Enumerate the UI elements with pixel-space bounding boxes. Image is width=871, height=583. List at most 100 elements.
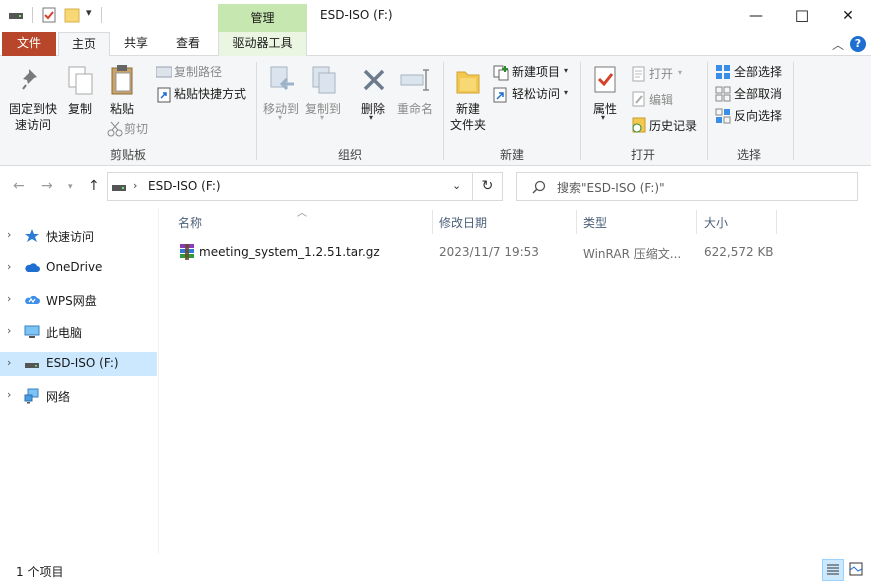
file-name[interactable]: meeting_system_1.2.51.tar.gz	[199, 245, 380, 259]
search-input[interactable]: 搜索"ESD-ISO (F:)"	[516, 172, 858, 201]
nav-item-onedrive[interactable]: › OneDrive	[0, 256, 157, 280]
column-separator[interactable]	[432, 210, 433, 234]
column-header-name[interactable]: 名称	[178, 214, 202, 231]
paste-shortcut-icon	[157, 87, 171, 103]
nav-item-label: OneDrive	[46, 260, 103, 274]
breadcrumb[interactable]: ESD-ISO (F:)	[148, 179, 221, 193]
chevron-down-icon: ▾	[564, 66, 569, 75]
group-separator	[707, 62, 708, 160]
up-arrow-icon[interactable]: ↑	[88, 178, 100, 194]
rename-icon	[400, 69, 429, 91]
minimize-button[interactable]: —	[733, 0, 779, 32]
file-type: WinRAR 压缩文...	[583, 247, 682, 261]
expand-chevron-icon[interactable]: ›	[7, 324, 11, 337]
history-button[interactable]: 历史记录	[649, 118, 697, 134]
column-separator[interactable]	[776, 210, 777, 234]
group-separator	[443, 62, 444, 160]
column-header-type[interactable]: 类型	[583, 214, 607, 231]
expand-chevron-icon[interactable]: ›	[7, 356, 11, 369]
drive-icon	[25, 363, 39, 368]
network-icon	[24, 388, 39, 404]
properties-icon[interactable]	[41, 7, 57, 23]
select-all-icon	[716, 65, 730, 79]
copy-icon	[68, 66, 93, 95]
winrar-archive-icon	[180, 244, 194, 260]
qat-customize-icon[interactable]: ▾	[86, 6, 92, 19]
pane-divider[interactable]	[158, 208, 159, 553]
cut-button[interactable]: 剪切	[124, 121, 148, 137]
nav-item-this-pc[interactable]: › 此电脑	[0, 320, 157, 344]
select-none-button[interactable]: 全部取消	[734, 86, 782, 102]
edit-button[interactable]: 编辑	[649, 92, 673, 108]
invert-selection-icon	[715, 108, 731, 124]
back-arrow-icon[interactable]: ←	[13, 178, 25, 194]
paste-button[interactable]: 粘贴	[106, 101, 138, 117]
rename-button[interactable]: 重命名	[394, 101, 436, 117]
column-separator[interactable]	[576, 210, 577, 234]
nav-item-label: 此电脑	[46, 326, 83, 340]
chevron-down-icon: ▾	[320, 113, 325, 122]
nav-item-label: WPS网盘	[46, 294, 97, 308]
copy-button[interactable]: 复制	[64, 101, 96, 117]
easy-access-button[interactable]: 轻松访问	[512, 86, 560, 102]
open-icon	[632, 66, 645, 82]
tab-drive-tools[interactable]: 驱动器工具	[218, 32, 307, 56]
refresh-button[interactable]: ↻	[473, 172, 503, 201]
forward-arrow-icon[interactable]: →	[41, 178, 53, 194]
tab-file[interactable]: 文件	[2, 32, 56, 56]
invert-selection-button[interactable]: 反向选择	[734, 108, 782, 124]
drive-icon	[112, 185, 126, 191]
select-all-button[interactable]: 全部选择	[734, 64, 782, 80]
pin-to-quick-access-button[interactable]: 固定到快 速访问	[4, 101, 62, 133]
expand-chevron-icon[interactable]: ›	[7, 260, 11, 273]
search-placeholder: 搜索"ESD-ISO (F:)"	[557, 181, 665, 195]
large-icons-view-button[interactable]	[846, 559, 868, 581]
nav-item-network[interactable]: › 网络	[0, 384, 157, 408]
close-button[interactable]: ✕	[825, 0, 871, 32]
help-icon[interactable]: ?	[850, 36, 866, 52]
address-bar[interactable]: › ESD-ISO (F:) ⌄	[107, 172, 473, 201]
expand-chevron-icon[interactable]: ›	[7, 228, 11, 241]
recent-locations-icon[interactable]: ▾	[68, 182, 73, 192]
sort-ascending-icon: ︿	[297, 208, 307, 219]
open-button[interactable]: 打开	[649, 66, 673, 82]
nav-item-wps-cloud[interactable]: › WPS网盘	[0, 288, 157, 312]
new-folder-button[interactable]: 新建 文件夹	[446, 101, 490, 133]
maximize-button[interactable]: ☐	[779, 0, 825, 32]
new-item-button[interactable]: 新建项目	[512, 64, 560, 80]
navigation-pane: › 快速访问 › OneDrive › WPS网盘 › 此电脑 › ESD-IS…	[0, 212, 158, 552]
ribbon-tab-row: 文件 主页 共享 查看 驱动器工具 ︿ ?	[0, 32, 871, 57]
nav-item-esd-iso[interactable]: › ESD-ISO (F:)	[0, 352, 157, 376]
copy-path-button[interactable]: 复制路径	[174, 64, 222, 80]
details-view-button[interactable]	[822, 559, 844, 581]
properties-icon	[594, 66, 616, 93]
paste-icon	[111, 65, 133, 95]
history-icon	[632, 117, 646, 133]
tab-view[interactable]: 查看	[164, 32, 212, 56]
qat-separator	[101, 7, 102, 23]
nav-item-label: ESD-ISO (F:)	[46, 356, 119, 370]
expand-chevron-icon[interactable]: ›	[7, 388, 11, 401]
large-icons-view-icon	[849, 562, 863, 576]
cloud-icon	[25, 263, 40, 272]
column-header-modified[interactable]: 修改日期	[439, 214, 487, 231]
collapse-ribbon-icon[interactable]: ︿	[832, 36, 844, 53]
nav-item-label: 快速访问	[46, 230, 95, 244]
scissors-icon	[107, 121, 123, 137]
pin-icon	[22, 69, 37, 90]
address-history-dropdown-icon[interactable]: ⌄	[452, 179, 461, 192]
tab-home[interactable]: 主页	[58, 32, 110, 57]
ribbon: 固定到快 速访问 复制 粘贴 复制路径 粘贴快捷方式 剪切 剪贴板 移动到 ▾ …	[0, 56, 871, 166]
drive-icon[interactable]	[9, 10, 23, 20]
column-header-size[interactable]: 大小	[704, 214, 728, 231]
paste-shortcut-button[interactable]: 粘贴快捷方式	[174, 86, 246, 102]
expand-chevron-icon[interactable]: ›	[7, 292, 11, 305]
file-row[interactable]: meeting_system_1.2.51.tar.gz 2023/11/7 1…	[170, 241, 780, 263]
new-folder-icon[interactable]	[64, 7, 80, 23]
title-bar: ▾ 管理 ESD-ISO (F:) — ☐ ✕	[0, 0, 871, 32]
tab-share[interactable]: 共享	[112, 32, 160, 56]
nav-item-quick-access[interactable]: › 快速访问	[0, 224, 157, 248]
breadcrumb-chevron-icon[interactable]: ›	[133, 179, 137, 192]
file-size: 622,572 KB	[704, 245, 774, 259]
column-separator[interactable]	[696, 210, 697, 234]
